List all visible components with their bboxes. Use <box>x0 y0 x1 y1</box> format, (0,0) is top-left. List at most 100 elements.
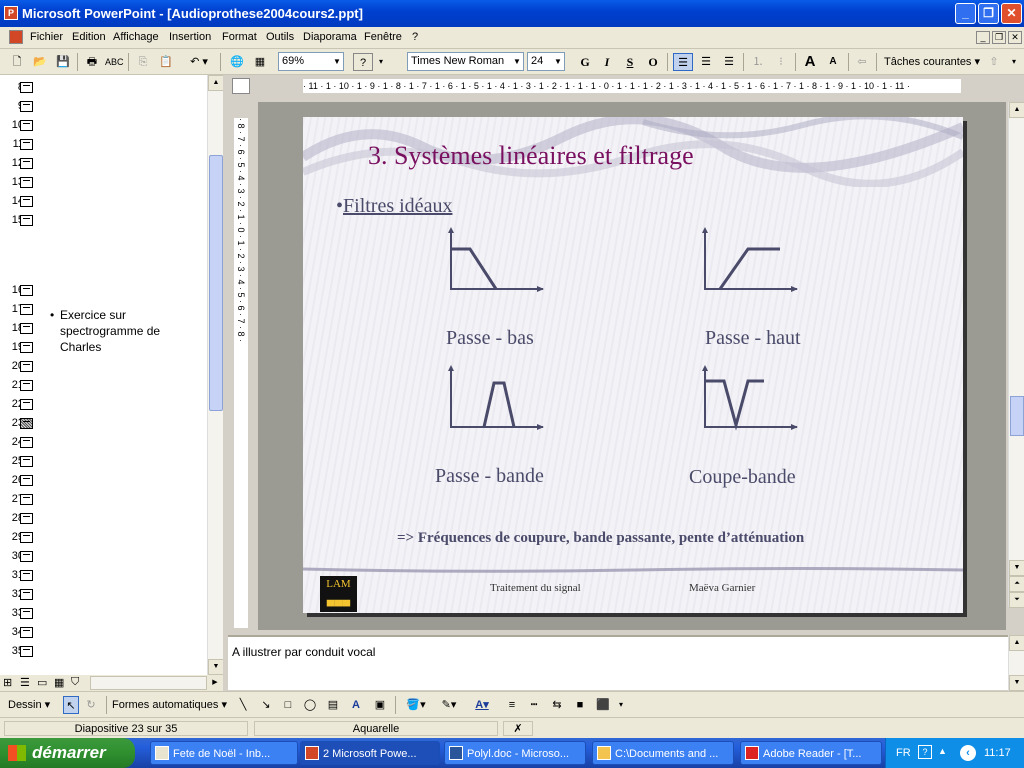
new-icon[interactable]: 🗋 <box>8 53 26 71</box>
arrow-icon[interactable]: ↘ <box>258 696 274 714</box>
menu-diaporama[interactable]: Diaporama <box>303 31 357 43</box>
horizontal-scrollbar[interactable] <box>90 676 207 690</box>
slide-icon[interactable] <box>20 82 33 93</box>
outline-slide-row[interactable]: 20 <box>0 358 40 375</box>
slide-conclusion[interactable]: => Fréquences de coupure, bande passante… <box>397 530 804 547</box>
slide-icon[interactable] <box>20 399 33 410</box>
doc-close-button[interactable]: ✕ <box>1008 31 1022 44</box>
slide-icon[interactable] <box>20 342 33 353</box>
spelling-status-icon[interactable]: ✗ <box>503 721 533 736</box>
italic-button[interactable]: I <box>597 53 617 71</box>
next-slide-icon[interactable]: ⏷ <box>1009 592 1024 608</box>
slide-icon[interactable] <box>20 551 33 562</box>
outline-slide-row[interactable]: 30 <box>0 548 40 565</box>
slide-icon[interactable] <box>20 532 33 543</box>
outline-scrollbar[interactable]: ▲ ▼ <box>207 75 224 675</box>
normal-view-icon[interactable]: ⊞ <box>3 676 12 689</box>
footer-right[interactable]: Maëva Garnier <box>689 582 755 594</box>
doc-minimize-button[interactable]: _ <box>976 31 990 44</box>
clock[interactable]: 11:17 <box>984 747 1011 759</box>
increase-font-icon[interactable]: A <box>801 53 819 71</box>
slide-icon[interactable] <box>20 101 33 112</box>
menu-insertion[interactable]: Insertion <box>169 31 211 43</box>
outline-slide-row[interactable]: 11 <box>0 136 40 153</box>
outline-slide-row[interactable]: 33 <box>0 605 40 622</box>
menu-affichage[interactable]: Affichage <box>113 31 159 43</box>
slide-icon[interactable] <box>20 627 33 638</box>
arrow-style-icon[interactable]: ⇆ <box>548 696 566 714</box>
slide-icon[interactable] <box>20 437 33 448</box>
rectangle-icon[interactable]: □ <box>280 696 296 714</box>
slide-icon[interactable] <box>20 380 33 391</box>
3d-style-icon[interactable]: ⬛ <box>594 696 612 714</box>
shadow-style-icon[interactable]: ■ <box>571 696 589 714</box>
notes-pane[interactable]: A illustrer par conduit vocal <box>228 635 1008 690</box>
slide-icon[interactable] <box>20 646 33 657</box>
tray-arrow-icon[interactable]: ▲ <box>938 746 947 756</box>
prev-slide-icon[interactable]: ⏶ <box>1009 576 1024 592</box>
slideshow-icon[interactable]: ⛉ <box>71 676 79 689</box>
document-icon[interactable] <box>9 30 23 44</box>
free-rotate-icon[interactable]: ↻ <box>83 696 99 714</box>
drawbar-more-icon[interactable]: ▾ <box>616 696 626 714</box>
copy-icon[interactable]: ⎘ <box>134 53 152 71</box>
wordart-icon[interactable]: A <box>348 696 364 714</box>
slide-icon[interactable] <box>20 608 33 619</box>
slide-icon[interactable] <box>20 456 33 467</box>
fill-color-icon[interactable]: 🪣▾ <box>402 696 430 714</box>
notes-scroll-down-icon[interactable]: ▼ <box>1009 675 1024 691</box>
line-style-icon[interactable]: ≡ <box>503 696 521 714</box>
outline-slide-row[interactable]: 18 <box>0 320 40 337</box>
font-select[interactable]: Times New Roman ▼ <box>407 52 524 71</box>
outline-slide-row[interactable]: 17 <box>0 301 40 318</box>
select-pointer-icon[interactable]: ↖ <box>63 696 79 714</box>
outline-slide-row[interactable]: 22 <box>0 396 40 413</box>
oval-icon[interactable]: ◯ <box>302 696 318 714</box>
outline-slide-row[interactable]: 9 <box>0 98 40 115</box>
doc-restore-button[interactable]: ❐ <box>992 31 1006 44</box>
numbering-icon[interactable]: ⒈ <box>748 53 768 71</box>
zoom-select[interactable]: 69% ▼ <box>278 52 344 71</box>
outline-slide-row[interactable]: 21 <box>0 377 40 394</box>
open-icon[interactable]: 📂 <box>31 53 49 71</box>
outline-slide-row[interactable]: 32 <box>0 586 40 603</box>
outline-slide-row[interactable]: 14 <box>0 193 40 210</box>
task-outlook[interactable]: Fete de Noël - Inb... <box>150 741 298 765</box>
notes-scroll-up-icon[interactable]: ▲ <box>1009 635 1024 651</box>
menu-format[interactable]: Format <box>222 31 257 43</box>
outline-slide-row[interactable]: 34 <box>0 624 40 641</box>
start-button[interactable]: démarrer <box>0 738 135 768</box>
textbox-icon[interactable]: ▤ <box>325 696 341 714</box>
decrease-font-icon[interactable]: A <box>824 53 842 71</box>
save-icon[interactable]: 💾 <box>54 53 72 71</box>
outline-slide-row[interactable]: 16 <box>0 282 40 299</box>
scroll-up-icon[interactable]: ▲ <box>208 75 224 91</box>
promote-icon[interactable]: ⇦ <box>853 53 871 71</box>
menu-help[interactable]: ? <box>412 31 418 43</box>
task-powerpoint[interactable]: 2 Microsoft Powe... <box>300 741 440 765</box>
task-explorer[interactable]: C:\Documents and ... <box>592 741 734 765</box>
paste-icon[interactable]: 📋 <box>157 53 175 71</box>
slide-icon[interactable] <box>20 513 33 524</box>
slide-icon[interactable] <box>20 475 33 486</box>
task-adobe-reader[interactable]: Adobe Reader - [T... <box>740 741 882 765</box>
outline-slide-row[interactable]: 24 <box>0 434 40 451</box>
font-size-select[interactable]: 24 ▼ <box>527 52 565 71</box>
align-left-icon[interactable]: ☰ <box>673 53 693 71</box>
outline-slide-row[interactable]: 35 <box>0 643 40 660</box>
align-right-icon[interactable]: ☰ <box>719 53 739 71</box>
scroll-down-icon[interactable]: ▼ <box>208 659 224 675</box>
help-tray-icon[interactable]: ? <box>918 745 932 759</box>
underline-button[interactable]: S <box>620 53 640 71</box>
taches-courantes-button[interactable]: Tâches courantes ▾ <box>884 53 980 71</box>
close-button[interactable]: ✕ <box>1001 3 1022 24</box>
label-coupe-bande[interactable]: Coupe-bande <box>689 466 796 489</box>
outline-slide-row[interactable]: 27 <box>0 491 40 508</box>
restore-button[interactable]: ❐ <box>978 3 999 24</box>
line-icon[interactable]: ╲ <box>235 696 251 714</box>
formes-automatiques-menu[interactable]: Formes automatiques ▾ <box>112 696 230 714</box>
label-passe-bande[interactable]: Passe - bande <box>435 465 544 488</box>
slide-icon[interactable] <box>20 570 33 581</box>
toolbar-more-icon[interactable]: ▾ <box>1008 53 1020 71</box>
dessin-menu[interactable]: Dessin ▾ <box>8 696 56 714</box>
